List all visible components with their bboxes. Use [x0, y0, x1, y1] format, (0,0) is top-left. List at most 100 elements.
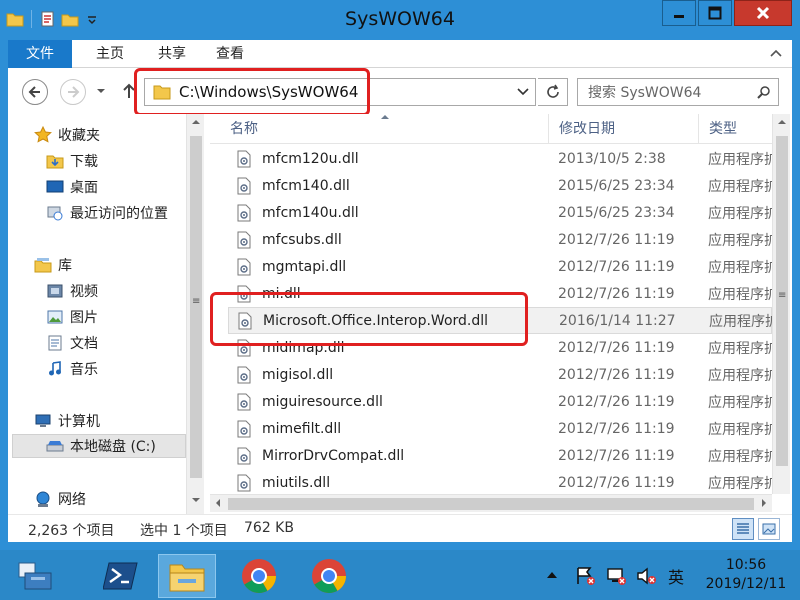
- volume-muted-icon[interactable]: [636, 566, 658, 586]
- file-explorer-button[interactable]: [158, 554, 216, 598]
- desktop-icon: [46, 180, 64, 193]
- sidebar-item-music[interactable]: 音乐: [46, 357, 98, 381]
- arrow-left-icon: [28, 86, 40, 98]
- chevron-down-icon[interactable]: [517, 87, 529, 97]
- details-view-button[interactable]: [732, 518, 754, 540]
- file-date: 2015/6/25 23:34: [558, 204, 675, 221]
- chrome-button-2[interactable]: [300, 554, 358, 598]
- scrollbar-thumb[interactable]: [190, 136, 202, 478]
- chrome-icon: [312, 559, 346, 593]
- table-row[interactable]: migisol.dll 2012/7/26 11:19 应用程序扩展: [228, 361, 772, 388]
- tab-view[interactable]: 查看: [204, 40, 256, 68]
- network-status-icon[interactable]: [606, 566, 628, 586]
- video-icon: [47, 284, 63, 298]
- sidebar-item-pictures[interactable]: 图片: [46, 305, 98, 329]
- powershell-icon: [103, 562, 138, 590]
- tab-file[interactable]: 文件: [8, 40, 72, 68]
- file-type: 应用程序扩展: [708, 475, 772, 492]
- table-row[interactable]: mfcm120u.dll 2013/10/5 2:38 应用程序扩展: [228, 145, 772, 172]
- scroll-left-icon[interactable]: [214, 498, 222, 508]
- table-row[interactable]: mimefilt.dll 2012/7/26 11:19 应用程序扩展: [228, 415, 772, 442]
- large-icons-view-button[interactable]: [758, 518, 780, 540]
- column-headers: 名称 修改日期 类型: [210, 114, 772, 144]
- server-manager-button[interactable]: [6, 554, 64, 598]
- file-name: MirrorDrvCompat.dll: [262, 447, 405, 464]
- file-name: mgmtapi.dll: [262, 258, 347, 275]
- file-name: mfcsubs.dll: [262, 231, 342, 248]
- refresh-icon: [546, 84, 559, 98]
- file-date: 2012/7/26 11:19: [558, 366, 675, 383]
- sidebar-item-libraries[interactable]: 库: [34, 253, 72, 277]
- chrome-button-1[interactable]: [230, 554, 288, 598]
- file-date: 2012/7/26 11:19: [558, 393, 675, 410]
- dll-file-icon: [237, 393, 251, 410]
- system-clock[interactable]: 10:56 2019/12/11: [700, 556, 792, 594]
- show-hidden-icons-icon[interactable]: [546, 570, 558, 580]
- file-type: 应用程序扩展: [708, 151, 772, 168]
- search-icon[interactable]: [756, 85, 772, 101]
- pictures-icon: [47, 310, 63, 324]
- forward-button[interactable]: [60, 79, 86, 105]
- column-header-type[interactable]: 类型: [698, 114, 778, 144]
- search-input[interactable]: 搜索 SysWOW64: [577, 78, 779, 106]
- column-header-name[interactable]: 名称: [210, 114, 548, 144]
- maximize-button[interactable]: [698, 0, 732, 26]
- sidebar-item-documents[interactable]: 文档: [46, 331, 98, 355]
- sidebar-item-downloads[interactable]: 下载: [46, 149, 98, 173]
- folder-icon: [169, 564, 205, 592]
- scroll-down-icon[interactable]: [191, 496, 201, 504]
- scroll-up-icon[interactable]: [777, 118, 787, 126]
- dll-file-icon: [237, 420, 251, 437]
- navigation-pane: 收藏夹 下载 桌面 最近访问的位置 库 视频 图片 文档 音乐 计算机 本地磁盘…: [8, 114, 186, 514]
- file-name: miutils.dll: [262, 474, 331, 491]
- table-row[interactable]: mfcm140u.dll 2015/6/25 23:34 应用程序扩展: [228, 199, 772, 226]
- sidebar-item-desktop[interactable]: 桌面: [46, 175, 98, 199]
- disk-drive-icon: [46, 441, 64, 452]
- file-date: 2012/7/26 11:19: [558, 420, 675, 437]
- file-type: 应用程序扩展: [708, 448, 772, 465]
- scrollbar-thumb[interactable]: [228, 498, 754, 510]
- expand-ribbon-icon[interactable]: [766, 44, 786, 64]
- minimize-button[interactable]: [662, 0, 696, 26]
- table-row[interactable]: miguiresource.dll 2012/7/26 11:19 应用程序扩展: [228, 388, 772, 415]
- scroll-up-icon[interactable]: [191, 118, 201, 126]
- scrollbar-thumb[interactable]: [776, 136, 788, 466]
- large-icons-view-icon: [762, 523, 776, 535]
- downloads-folder-icon: [46, 155, 64, 169]
- sidebar-item-network[interactable]: 网络: [34, 487, 86, 511]
- status-bar: 2,263 个项目 选中 1 个项目 762 KB: [8, 514, 792, 542]
- sidebar-item-local-disk[interactable]: 本地磁盘 (C:): [12, 434, 186, 458]
- horizontal-scrollbar[interactable]: [210, 494, 772, 512]
- view-switcher: [732, 518, 780, 540]
- column-header-date[interactable]: 修改日期: [548, 114, 698, 144]
- table-row[interactable]: mfcm140.dll 2015/6/25 23:34 应用程序扩展: [228, 172, 772, 199]
- file-list-scrollbar[interactable]: ≡: [772, 114, 790, 494]
- tab-share[interactable]: 共享: [146, 40, 198, 68]
- selected-file-highlight-box: [210, 292, 528, 346]
- close-button[interactable]: [734, 0, 792, 26]
- sidebar-item-videos[interactable]: 视频: [46, 279, 98, 303]
- table-row[interactable]: miutils.dll 2012/7/26 11:19 应用程序扩展: [228, 469, 772, 496]
- navigation-pane-scrollbar[interactable]: ≡: [186, 114, 204, 514]
- table-row[interactable]: mfcsubs.dll 2012/7/26 11:19 应用程序扩展: [228, 226, 772, 253]
- input-method-indicator[interactable]: 英: [668, 564, 684, 588]
- close-icon: [756, 6, 770, 20]
- powershell-button[interactable]: [92, 554, 150, 598]
- sidebar-item-favorites[interactable]: 收藏夹: [34, 123, 100, 147]
- chrome-icon: [242, 559, 276, 593]
- sidebar-item-recent[interactable]: 最近访问的位置: [46, 201, 168, 225]
- sidebar-item-computer[interactable]: 计算机: [34, 409, 100, 433]
- window-controls: [660, 0, 792, 26]
- scroll-right-icon[interactable]: [760, 498, 768, 508]
- table-row[interactable]: MirrorDrvCompat.dll 2012/7/26 11:19 应用程序扩展: [228, 442, 772, 469]
- tab-home[interactable]: 主页: [84, 40, 136, 68]
- dll-file-icon: [237, 177, 251, 194]
- server-manager-icon: [18, 562, 52, 590]
- file-date: 2015/6/25 23:34: [558, 177, 675, 194]
- refresh-button[interactable]: [538, 78, 568, 106]
- recent-locations-icon[interactable]: [96, 87, 106, 95]
- action-center-icon[interactable]: [575, 566, 597, 586]
- title-bar: SysWOW64: [0, 0, 800, 40]
- table-row[interactable]: mgmtapi.dll 2012/7/26 11:19 应用程序扩展: [228, 253, 772, 280]
- back-button[interactable]: [22, 79, 48, 105]
